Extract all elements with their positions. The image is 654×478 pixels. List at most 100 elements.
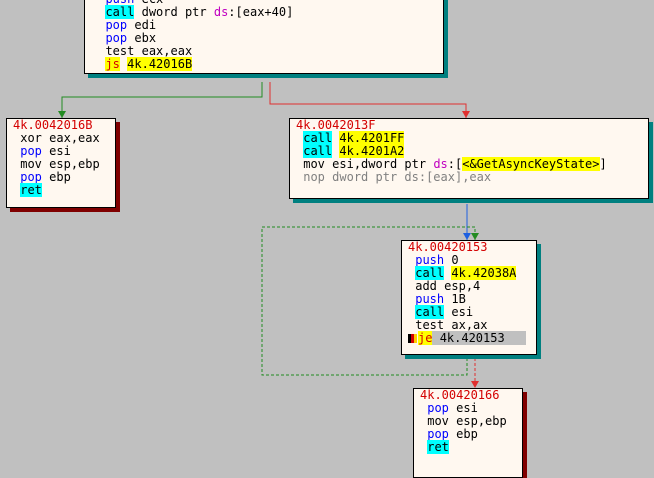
operand: esi xyxy=(456,401,478,415)
instruction-text: pop ebx xyxy=(105,31,156,45)
instruction-text: test eax,eax xyxy=(105,44,192,58)
instruction-text: je 4k.420153 xyxy=(418,331,527,345)
basic-block-00420153[interactable]: 4k.00420153 push 0 call 4k.42038A add es… xyxy=(401,240,537,355)
basic-block-00420166[interactable]: 4k.00420166 pop esi mov esp,ebp pop ebp … xyxy=(413,388,523,478)
highlight-fill xyxy=(505,331,527,345)
mnemonic: pop xyxy=(427,401,449,415)
mnemonic: test xyxy=(415,318,445,332)
basic-block-0042013F[interactable]: 4k.0042013F call 4k.4201FF call 4k.4201A… xyxy=(289,118,649,199)
operand: dword ptr ds:[eax],eax xyxy=(332,170,492,184)
mnemonic: add xyxy=(415,279,437,293)
mnemonic: js xyxy=(105,57,120,71)
instruction-text: call esi xyxy=(415,305,473,319)
mnemonic: call xyxy=(415,305,445,319)
operand: 4k.420153 xyxy=(439,331,505,345)
operand: 0 xyxy=(451,253,459,267)
instruction-text: pop ebp xyxy=(20,170,71,184)
instruction-text: ret xyxy=(427,440,449,454)
operand-reference[interactable]: 4k.42038A xyxy=(451,266,517,280)
breakpoint-icon[interactable] xyxy=(408,334,417,343)
mnemonic: push xyxy=(415,253,445,267)
mnemonic: pop xyxy=(20,170,42,184)
instruction-text: call dword ptr ds:[eax+40] xyxy=(105,5,293,19)
operand: esp,4 xyxy=(444,279,481,293)
operand: ds xyxy=(433,157,448,171)
operand: ebp xyxy=(456,427,478,441)
instruction-text: pop edi xyxy=(105,18,156,32)
mnemonic: test xyxy=(105,44,135,58)
mnemonic: mov xyxy=(303,157,325,171)
operand-reference[interactable]: <&GetAsyncKeyState> xyxy=(462,157,600,171)
instruction-text: mov esi,dword ptr ds:[<&GetAsyncKeyState… xyxy=(303,157,607,171)
edge-je-fallthrough-arrowhead xyxy=(471,381,479,388)
operand: :[eax+40] xyxy=(228,5,294,19)
operand: esi,dword ptr xyxy=(332,157,434,171)
operand: esi xyxy=(49,144,71,158)
instruction-line[interactable]: js 4k.42016B xyxy=(85,57,443,71)
mnemonic: call xyxy=(303,131,333,145)
basic-block-top[interactable]: push ecx call dword ptr ds:[eax+40] pop … xyxy=(84,0,444,74)
edge-js-fallthrough-arrowhead xyxy=(462,111,470,118)
mnemonic: call xyxy=(105,5,135,19)
mnemonic: mov xyxy=(427,414,449,428)
mnemonic: pop xyxy=(20,144,42,158)
operand-reference[interactable]: 4k.4201A2 xyxy=(339,144,405,158)
instruction-text: pop esi xyxy=(20,144,71,158)
operand: ax,ax xyxy=(451,318,488,332)
mnemonic: je xyxy=(418,331,433,345)
operand: ebx xyxy=(134,31,157,45)
instruction-text: nop dword ptr ds:[eax],eax xyxy=(303,170,491,184)
instruction-text: push 0 xyxy=(415,253,458,267)
mnemonic: call xyxy=(303,144,333,158)
instruction-text: mov esp,ebp xyxy=(20,157,100,171)
edge-js-taken[interactable] xyxy=(61,82,263,118)
mnemonic: call xyxy=(415,266,445,280)
instruction-text: call 4k.42038A xyxy=(415,266,517,280)
instruction-text: push 1B xyxy=(415,292,466,306)
mnemonic: pop xyxy=(427,427,449,441)
operand: dword ptr xyxy=(141,5,214,19)
operand: edi xyxy=(134,18,157,32)
instruction-line[interactable]: ret xyxy=(414,440,522,454)
operand: ebp xyxy=(49,170,71,184)
instruction-text: xor eax,eax xyxy=(20,131,100,145)
operand: 1B xyxy=(451,292,466,306)
instruction-text: call 4k.4201FF xyxy=(303,131,405,145)
edge-js-fallthrough[interactable] xyxy=(269,82,467,118)
mnemonic: push xyxy=(415,292,445,306)
instruction-text: pop esi xyxy=(427,401,478,415)
instruction-text: js 4k.42016B xyxy=(105,57,193,71)
operand: ] xyxy=(599,157,607,171)
edge-je-loop-arrowhead xyxy=(471,233,479,240)
edge-js-taken-arrowhead xyxy=(58,111,66,118)
operand: esp,ebp xyxy=(456,414,507,428)
operand: esi xyxy=(451,305,474,319)
mnemonic: ret xyxy=(20,183,42,197)
basic-block-0042016B[interactable]: 4k.0042016B xor eax,eax pop esi mov esp,… xyxy=(6,118,116,208)
operand-reference[interactable]: 4k.42016B xyxy=(127,57,193,71)
edge-013f-to-0153-arrowhead xyxy=(463,233,471,240)
instruction-line[interactable]: nop dword ptr ds:[eax],eax xyxy=(290,171,648,184)
operand: ds xyxy=(213,5,229,19)
mnemonic: pop xyxy=(105,31,128,45)
operand: eax,eax xyxy=(141,44,193,58)
operand: :[ xyxy=(447,157,463,171)
instruction-line[interactable]: ret xyxy=(7,183,115,197)
instruction-text: call 4k.4201A2 xyxy=(303,144,405,158)
instruction-text: test ax,ax xyxy=(415,318,487,332)
operand: esp,ebp xyxy=(49,157,100,171)
mnemonic: nop xyxy=(303,170,325,184)
mnemonic: xor xyxy=(20,131,42,145)
operand-reference[interactable]: 4k.4201FF xyxy=(339,131,405,145)
instruction-text: pop ebp xyxy=(427,427,478,441)
mnemonic: mov xyxy=(20,157,42,171)
instruction-line[interactable]: je 4k.420153 xyxy=(402,331,536,345)
